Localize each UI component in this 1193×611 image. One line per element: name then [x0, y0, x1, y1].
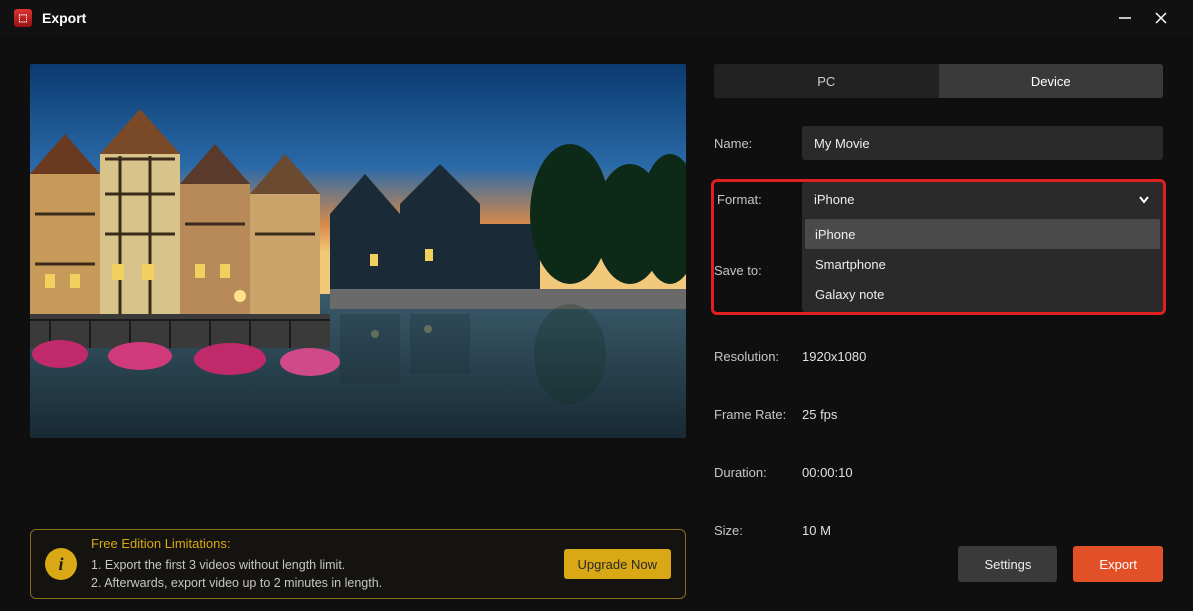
info-icon: i [45, 548, 77, 580]
title-bar: ⬚ Export [0, 0, 1193, 36]
duration-label: Duration: [714, 465, 802, 480]
export-button[interactable]: Export [1073, 546, 1163, 582]
promo-line-1: 1. Export the first 3 videos without len… [91, 556, 550, 574]
promo-title: Free Edition Limitations: [91, 535, 550, 554]
close-button[interactable] [1143, 0, 1179, 36]
frame-rate-label: Frame Rate: [714, 407, 802, 422]
frame-rate-value: 25 fps [802, 407, 837, 422]
app-icon: ⬚ [14, 9, 32, 27]
format-option-smartphone[interactable]: Smartphone [805, 249, 1160, 279]
minimize-icon [1118, 11, 1132, 25]
format-highlight-box: Format: iPhone iPhone Smartphone Galaxy … [711, 179, 1166, 315]
export-settings-panel: PC Device Name: Format: iPhone iPhone Sm… [714, 60, 1163, 577]
window-title: Export [42, 10, 86, 26]
footer: i Free Edition Limitations: 1. Export th… [0, 517, 1193, 611]
promo-text: Free Edition Limitations: 1. Export the … [91, 535, 550, 592]
upgrade-promo: i Free Edition Limitations: 1. Export th… [30, 529, 686, 599]
name-label: Name: [714, 136, 802, 151]
tab-pc[interactable]: PC [714, 64, 939, 98]
tab-device[interactable]: Device [939, 64, 1164, 98]
resolution-label: Resolution: [714, 349, 802, 364]
close-icon [1154, 11, 1168, 25]
format-select[interactable]: iPhone [802, 182, 1163, 216]
format-dropdown: iPhone Smartphone Galaxy note [802, 216, 1163, 312]
duration-value: 00:00:10 [802, 465, 853, 480]
format-option-iphone[interactable]: iPhone [805, 219, 1160, 249]
upgrade-button[interactable]: Upgrade Now [564, 549, 672, 579]
minimize-button[interactable] [1107, 0, 1143, 36]
resolution-value: 1920x1080 [802, 349, 866, 364]
chevron-down-icon [1137, 192, 1151, 206]
promo-line-2: 2. Afterwards, export video up to 2 minu… [91, 574, 550, 592]
name-input[interactable] [802, 126, 1163, 160]
target-tabs: PC Device [714, 64, 1163, 98]
settings-button[interactable]: Settings [958, 546, 1057, 582]
format-label: Format: [714, 192, 802, 207]
format-option-galaxy-note[interactable]: Galaxy note [805, 279, 1160, 309]
format-selected-value: iPhone [814, 192, 854, 207]
video-preview [30, 64, 686, 438]
